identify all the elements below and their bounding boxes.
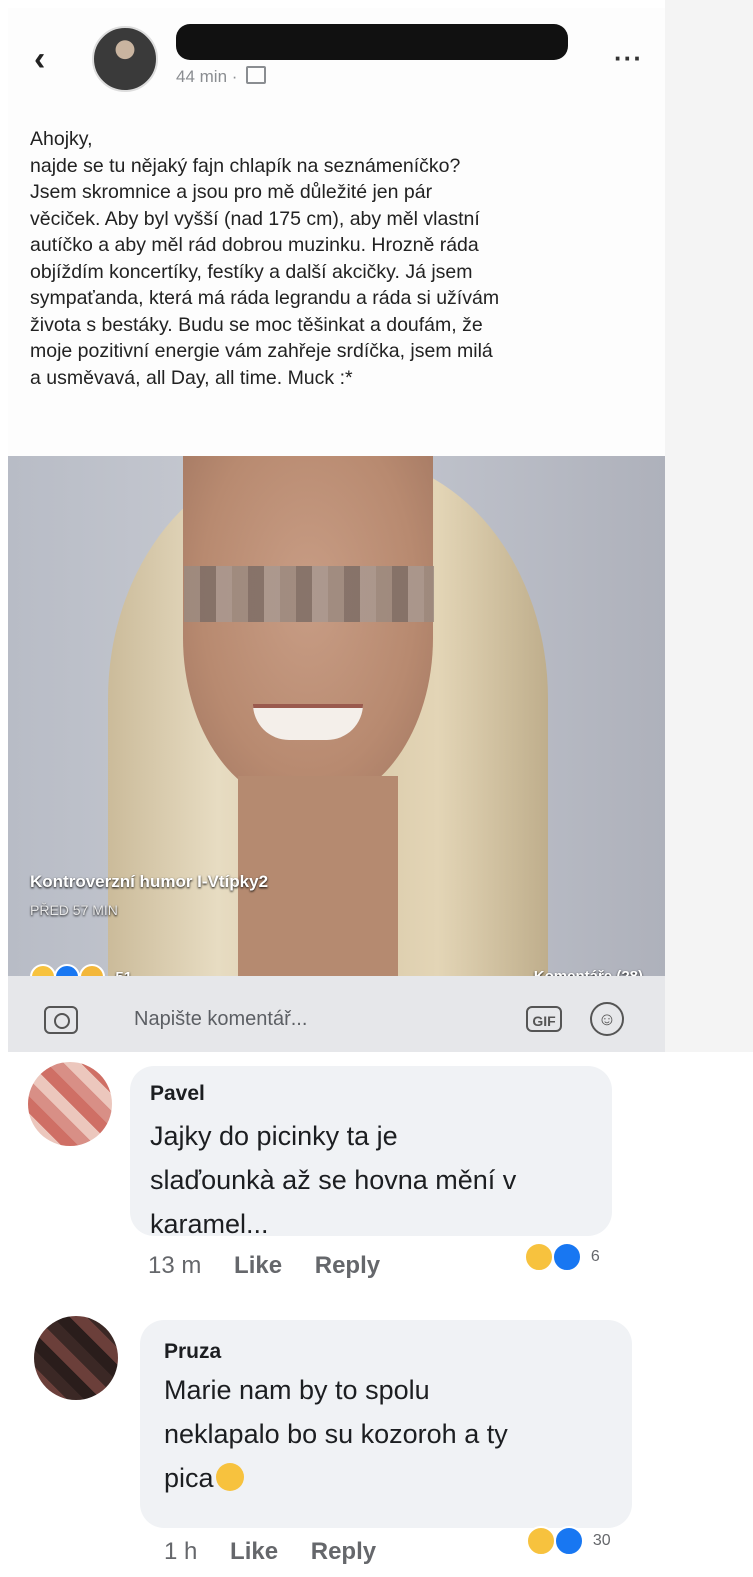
comment-actions: 13 m Like Reply <box>148 1252 406 1280</box>
author-avatar[interactable] <box>92 26 158 92</box>
shared-page-name[interactable]: Kontroverzní humor I-Vtípky2 <box>30 872 268 892</box>
chevron-left-icon[interactable]: ‹ <box>34 42 45 76</box>
reply-button[interactable]: Reply <box>311 1538 376 1565</box>
gif-icon[interactable]: GIF <box>526 1006 562 1032</box>
comment-bubble: Pruza Marie nam by to spolu neklapalo bo… <box>140 1320 632 1528</box>
comment-actions: 1 h Like Reply <box>164 1538 402 1566</box>
comment-text: Marie nam by to spolu neklapalo bo su ko… <box>164 1368 624 1500</box>
commenter-avatar[interactable] <box>28 1062 112 1146</box>
like-button[interactable]: Like <box>234 1252 282 1279</box>
emoji-icon[interactable]: ☺ <box>590 1002 624 1036</box>
post-card: ‹ 44 min · ··· Ahojky, najde se tu nějak… <box>8 8 665 1052</box>
haha-icon <box>526 1526 556 1556</box>
reply-button[interactable]: Reply <box>315 1252 380 1279</box>
comment-reaction-count: 30 <box>592 1532 611 1549</box>
like-icon <box>552 1242 583 1272</box>
background-strip <box>665 0 753 1052</box>
post-text: Ahojky, najde se tu nějaký fajn chlapík … <box>30 128 500 389</box>
comment-reactions[interactable]: 30 <box>526 1526 611 1556</box>
commenter-name[interactable]: Pavel <box>150 1082 205 1106</box>
more-horizontal-icon[interactable]: ··· <box>614 45 643 71</box>
comment-reactions[interactable]: 6 <box>524 1242 600 1272</box>
friends-icon <box>246 66 267 84</box>
laughing-emoji-icon <box>215 1463 244 1491</box>
post-meta: 44 min · <box>176 66 267 87</box>
shared-post-photo[interactable]: Kontroverzní humor I-Vtípky2 PŘED 57 MIN <box>8 456 665 976</box>
comment-text: Jajky do picinky ta je slaďounkà až se h… <box>150 1121 517 1239</box>
post-time: 44 min <box>176 67 228 86</box>
camera-icon[interactable] <box>44 1006 78 1034</box>
redacted-author-name <box>176 24 568 60</box>
comment-bubble: Pavel Jajky do picinky ta je slaďounkà a… <box>130 1066 612 1239</box>
comment-time: 1 h <box>164 1538 198 1565</box>
comment-composer: Napište komentář... GIF ☺ <box>8 976 665 1052</box>
pixelated-eyes <box>184 566 434 622</box>
comment-time: 13 m <box>148 1252 202 1279</box>
photo-face <box>183 456 433 806</box>
comment-reaction-count: 6 <box>590 1248 600 1265</box>
like-button[interactable]: Like <box>230 1538 278 1565</box>
haha-icon <box>524 1242 554 1272</box>
comment-input[interactable]: Napište komentář... <box>134 1008 307 1031</box>
commenter-avatar[interactable] <box>34 1316 118 1400</box>
shared-post-time: PŘED 57 MIN <box>30 902 118 918</box>
commenter-name[interactable]: Pruza <box>164 1340 221 1364</box>
like-icon <box>554 1526 585 1556</box>
